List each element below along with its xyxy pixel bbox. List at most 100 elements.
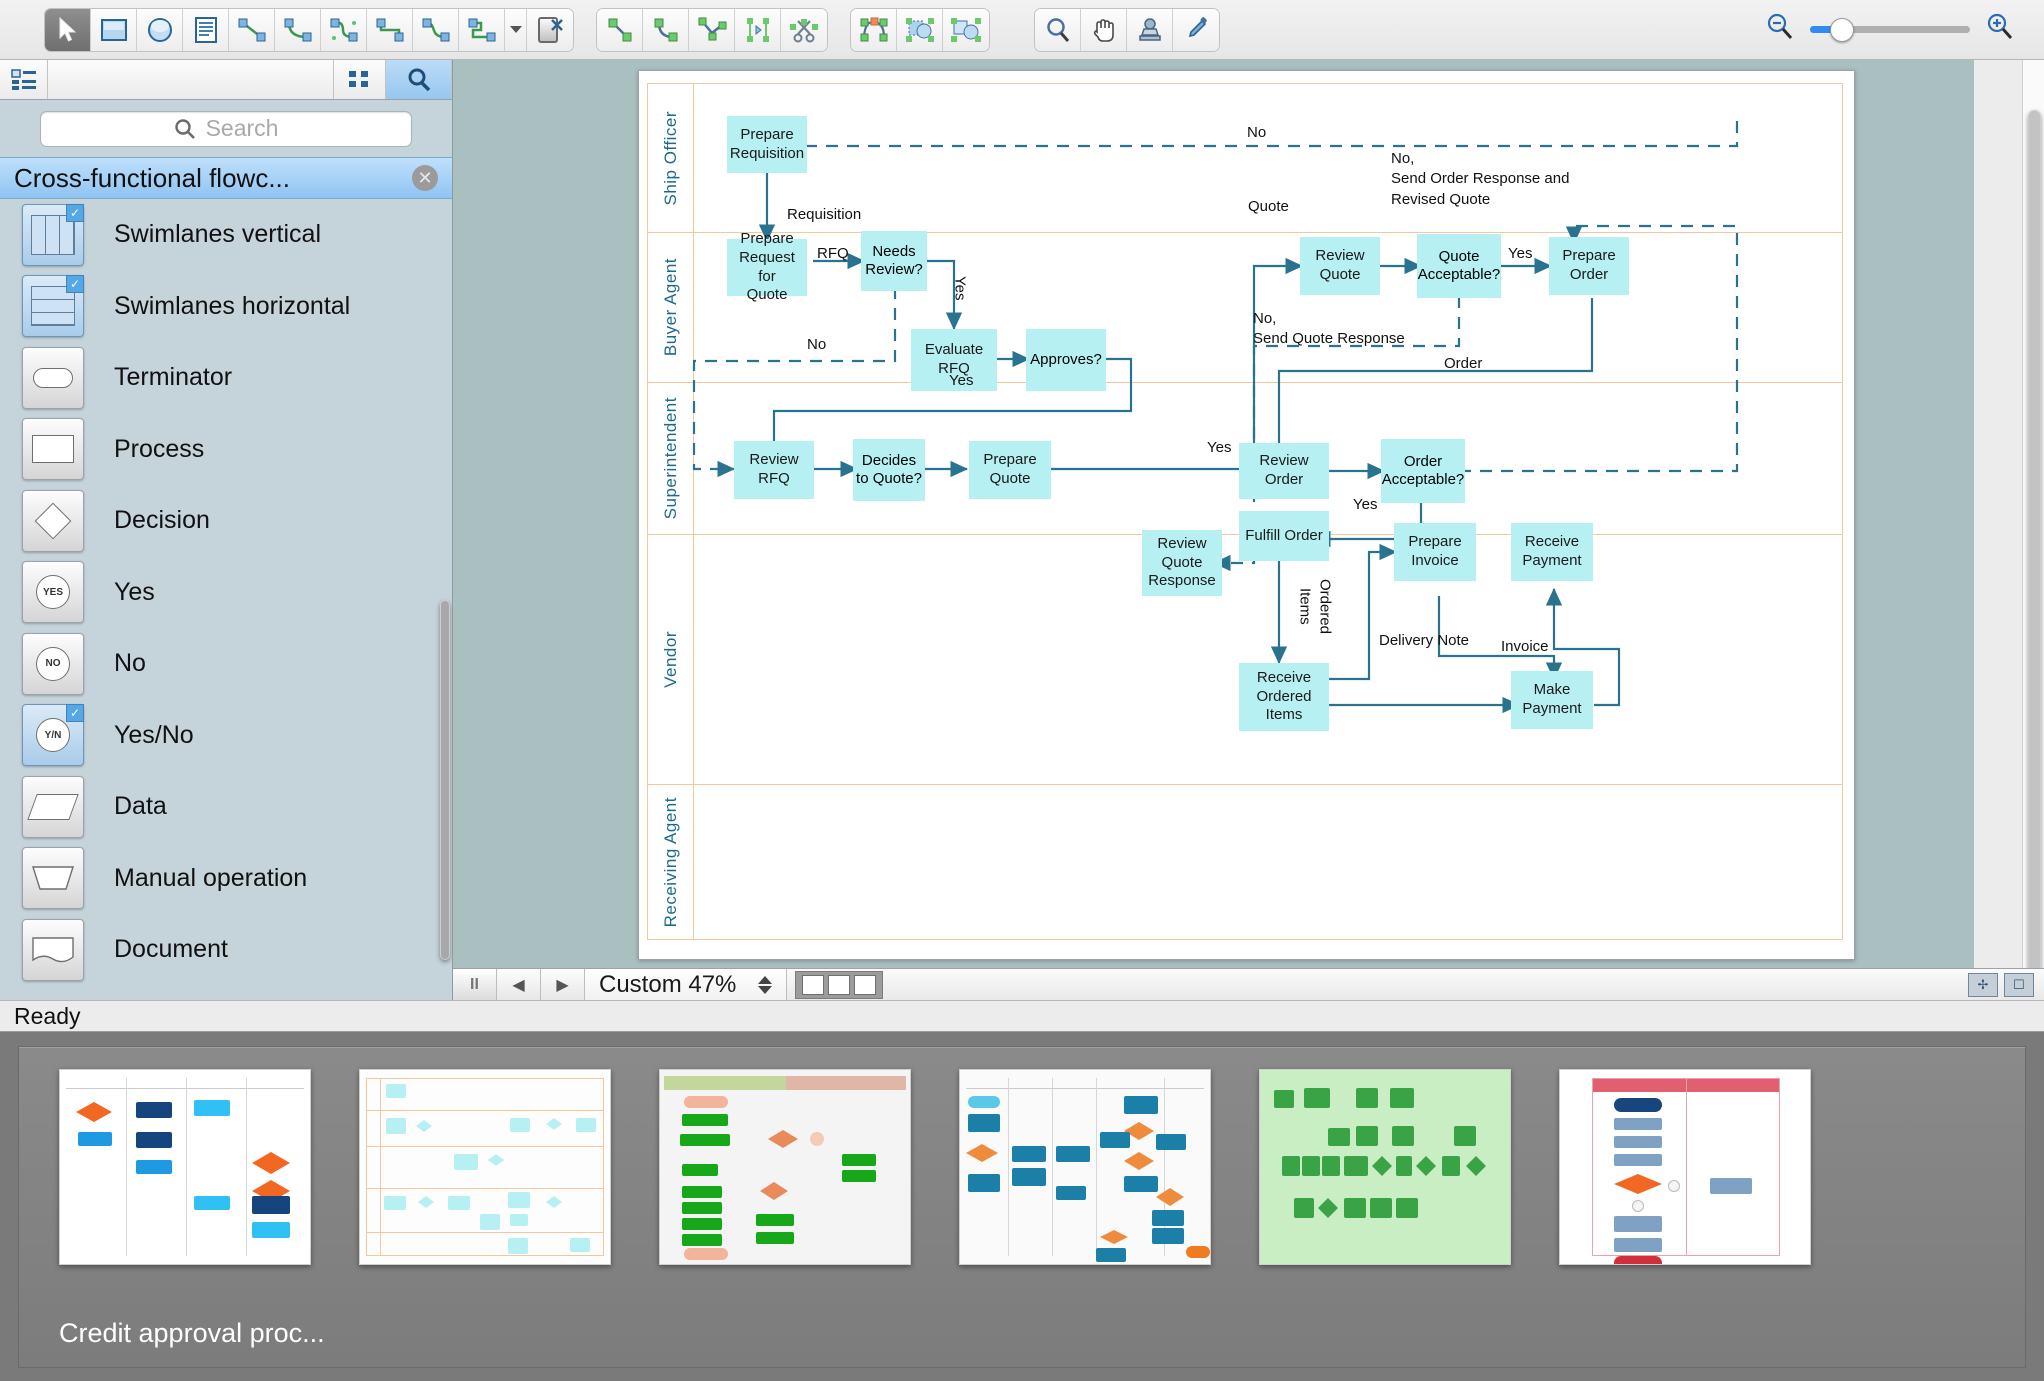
template-thumbnail-order-handling[interactable] (959, 1069, 1211, 1265)
pause-button[interactable]: II (453, 969, 497, 1000)
node-point-icon[interactable] (689, 8, 735, 51)
node-needs-review[interactable]: Needs Review? (861, 231, 927, 291)
node-review-rfq[interactable]: Review RFQ (734, 441, 814, 499)
node-fulfill-order[interactable]: Fulfill Order (1239, 511, 1329, 561)
eyedropper-icon[interactable] (1173, 8, 1219, 51)
bezier-connector-icon[interactable] (413, 8, 459, 51)
template-thumbnail-procurement[interactable] (359, 1069, 611, 1265)
node-prepare-rfq[interactable]: Prepare Request for Quote (727, 230, 807, 303)
edit-path-icon[interactable] (851, 8, 897, 51)
list-item[interactable]: Terminator (0, 342, 452, 414)
zoom-level-field[interactable]: Custom 47% (585, 969, 788, 1000)
list-item[interactable]: NO No (0, 628, 452, 700)
manual-operation-icon[interactable] (22, 847, 84, 910)
mirror-nodes-icon[interactable] (735, 8, 781, 51)
list-item[interactable]: Data (0, 771, 452, 843)
list-item[interactable]: ✓ Swimlanes horizontal (0, 271, 452, 343)
list-item[interactable]: Y/N ✓ Yes/No (0, 700, 452, 772)
node-prepare-requisition[interactable]: Prepare Requisition (727, 116, 807, 173)
view-mode-1[interactable] (802, 974, 825, 995)
fragment-shapes-icon[interactable] (943, 8, 989, 51)
yes-no-icon[interactable]: Y/N ✓ (22, 704, 84, 767)
hand-icon[interactable] (1081, 8, 1127, 51)
curved-connector-icon[interactable] (275, 8, 321, 51)
node-review-quote[interactable]: Review Quote (1300, 237, 1380, 295)
canvas-vertical-scrollbar[interactable] (2022, 60, 2044, 1300)
terminator-icon[interactable] (22, 346, 84, 409)
list-item[interactable]: YES Yes (0, 557, 452, 629)
previous-page-button[interactable]: ◀ (497, 969, 541, 1000)
search-tab-icon[interactable] (386, 60, 452, 99)
node-review-order[interactable]: Review Order (1239, 443, 1329, 499)
template-thumbnail-green-process-map[interactable] (1259, 1069, 1511, 1265)
diagram-canvas[interactable]: Ship Officer Buyer Agent Superintendent … (453, 60, 1974, 968)
node-prepare-order[interactable]: Prepare Order (1549, 237, 1629, 295)
smart-connector-icon[interactable] (321, 8, 367, 51)
arc-segment-icon[interactable] (643, 8, 689, 51)
node-approves[interactable]: Approves? (1026, 329, 1106, 391)
node-make-payment[interactable]: Make Payment (1511, 671, 1593, 729)
magnifier-icon[interactable] (1035, 8, 1081, 51)
data-icon[interactable] (22, 775, 84, 838)
edge-label-yes-approves: Yes (949, 372, 974, 389)
shape-list[interactable]: ✓ Swimlanes vertical ✓ Swimlanes horizon… (0, 199, 452, 1000)
line-segment-icon[interactable] (597, 8, 643, 51)
list-item[interactable]: Document (0, 914, 452, 986)
rectangle-icon[interactable] (91, 8, 137, 51)
search-input[interactable]: Search (40, 110, 412, 147)
node-receive-ordered-items[interactable]: Receive Ordered Items (1239, 663, 1329, 731)
node-prepare-invoice[interactable]: Prepare Invoice (1394, 523, 1476, 581)
pointer-icon[interactable] (45, 8, 91, 51)
list-item[interactable]: Manual operation (0, 843, 452, 915)
list-item[interactable]: ✓ Swimlanes vertical (0, 199, 452, 271)
delete-shape-icon[interactable] (527, 8, 573, 51)
swimlanes-vertical-icon[interactable]: ✓ (22, 203, 84, 266)
zoom-slider[interactable] (1810, 18, 1970, 42)
straight-connector-icon[interactable] (229, 8, 275, 51)
node-quote-acceptable[interactable]: Quote Acceptable? (1417, 234, 1501, 298)
rubber-stamp-icon[interactable] (1127, 8, 1173, 51)
node-order-acceptable[interactable]: Order Acceptable? (1381, 439, 1465, 503)
scrollbar-thumb[interactable] (440, 599, 450, 960)
yes-icon[interactable]: YES (22, 561, 84, 624)
tree-view-icon[interactable] (0, 60, 48, 99)
connector-dropdown-icon[interactable] (505, 8, 527, 51)
shape-list-scrollbar[interactable] (440, 199, 450, 1000)
template-thumbnail-value-added-cost-added[interactable] (1559, 1069, 1811, 1265)
node-decides-to-quote[interactable]: Decides to Quote? (853, 439, 925, 501)
template-thumbnail-strip[interactable] (19, 1047, 2025, 1265)
view-mode-group[interactable] (795, 970, 884, 999)
library-name-field[interactable] (48, 60, 334, 99)
no-icon[interactable]: NO (22, 632, 84, 695)
zoom-slider-knob[interactable] (1830, 18, 1854, 42)
view-mode-2[interactable] (828, 974, 851, 995)
node-review-quote-response[interactable]: Review Quote Response (1142, 530, 1222, 596)
node-receive-payment[interactable]: Receive Payment (1511, 523, 1593, 581)
view-mode-3[interactable] (854, 974, 877, 995)
scissors-icon[interactable] (781, 8, 827, 51)
edge-label-rfq: RFQ (817, 245, 849, 262)
diagram-page[interactable]: Ship Officer Buyer Agent Superintendent … (638, 70, 1855, 960)
zoom-stepper[interactable] (758, 975, 773, 994)
template-thumbnail-credit-approval[interactable] (59, 1069, 311, 1265)
right-angle-connector-icon[interactable] (367, 8, 413, 51)
routed-connector-icon[interactable] (459, 8, 505, 51)
list-item[interactable]: Decision (0, 485, 452, 557)
process-icon[interactable] (22, 418, 84, 481)
close-icon[interactable]: ✕ (412, 165, 438, 191)
document-icon[interactable] (22, 918, 84, 981)
decision-icon[interactable] (22, 489, 84, 552)
swimlanes-horizontal-icon[interactable]: ✓ (22, 275, 84, 338)
list-item[interactable]: Process (0, 414, 452, 486)
next-page-button[interactable]: ▶ (541, 969, 585, 1000)
grid-view-icon[interactable] (334, 60, 386, 99)
text-block-icon[interactable] (183, 8, 229, 51)
fit-to-page-icon[interactable]: ✢ (1968, 972, 1998, 997)
union-shapes-icon[interactable] (897, 8, 943, 51)
zoom-out-icon[interactable] (1764, 11, 1796, 48)
zoom-in-icon[interactable] (1984, 11, 2016, 48)
template-thumbnail-value-added-green[interactable] (659, 1069, 911, 1265)
fullscreen-icon[interactable]: ☐ (2004, 972, 2034, 997)
ellipse-icon[interactable] (137, 8, 183, 51)
node-prepare-quote[interactable]: Prepare Quote (969, 441, 1051, 499)
